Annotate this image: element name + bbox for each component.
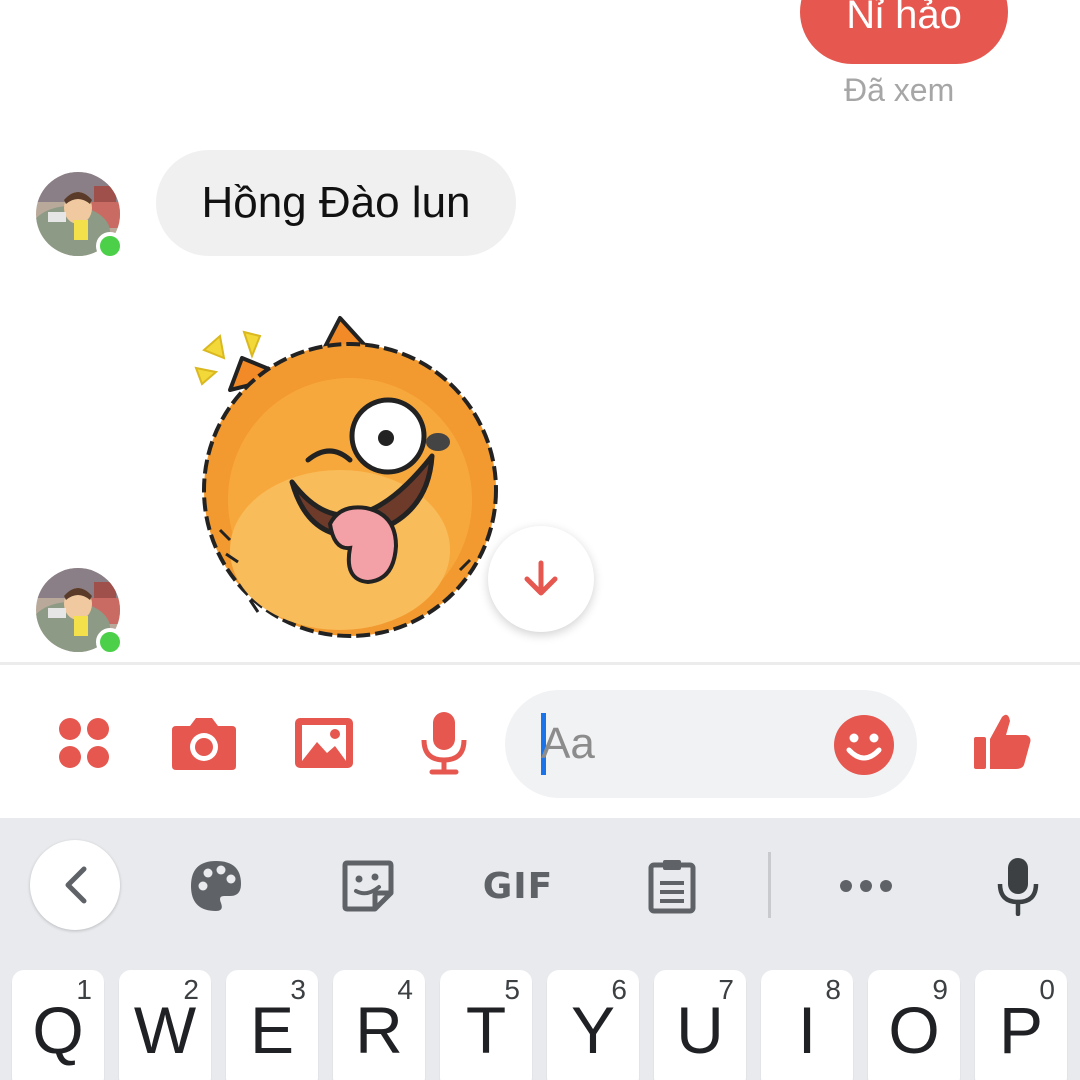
scroll-to-bottom-button[interactable] <box>488 526 594 632</box>
chat-thread: Nỉ hảo Đã xem Hồng Đào lun <box>0 0 1080 662</box>
clipboard-button[interactable] <box>632 846 712 926</box>
key-letter: P <box>998 993 1044 1067</box>
like-button[interactable] <box>966 705 1038 777</box>
key-t[interactable]: 5T <box>440 970 532 1080</box>
gif-label: GIF <box>482 865 554 907</box>
key-letter: U <box>676 993 724 1067</box>
gif-button[interactable]: GIF <box>472 846 564 926</box>
camera-icon <box>172 718 236 770</box>
key-y[interactable]: 6Y <box>547 970 639 1080</box>
key-e[interactable]: 3E <box>226 970 318 1080</box>
message-composer <box>0 662 1080 818</box>
key-letter: I <box>797 993 817 1067</box>
more-options-button[interactable] <box>826 846 906 926</box>
message-input[interactable] <box>541 716 821 772</box>
key-letter: R <box>355 993 403 1067</box>
contact-avatar[interactable] <box>36 172 124 260</box>
key-letter: T <box>465 993 507 1067</box>
image-icon <box>295 718 353 768</box>
toolbar-divider <box>768 852 771 918</box>
key-letter: Q <box>32 993 84 1067</box>
voice-message-button[interactable] <box>408 707 480 779</box>
online-indicator <box>96 628 124 656</box>
apps-icon <box>59 718 109 768</box>
clipboard-icon <box>648 860 696 914</box>
key-p[interactable]: 0P <box>975 970 1067 1080</box>
key-r[interactable]: 4R <box>333 970 425 1080</box>
thumbs-up-icon <box>974 714 1031 769</box>
arrow-down-icon <box>524 560 558 596</box>
outgoing-message-text: Nỉ hảo <box>846 0 962 37</box>
fox-sticker[interactable] <box>190 310 510 640</box>
microphone-icon <box>421 712 467 775</box>
gallery-button[interactable] <box>288 707 360 779</box>
more-actions-button[interactable] <box>48 707 120 779</box>
back-icon <box>65 866 87 904</box>
more-icon <box>840 880 892 892</box>
message-input-container[interactable] <box>505 690 917 798</box>
key-i[interactable]: 8I <box>761 970 853 1080</box>
smiley-icon[interactable] <box>833 714 895 776</box>
voice-input-icon <box>997 858 1039 916</box>
soft-keyboard: GIF 1Q 2W 3E 4R 5T 6Y 7U 8I 9O 0P <box>0 818 1080 1080</box>
palette-icon <box>191 861 241 911</box>
theme-button[interactable] <box>176 846 256 926</box>
contact-avatar[interactable] <box>36 568 124 656</box>
sticker-button[interactable] <box>328 846 408 926</box>
key-letter: E <box>249 993 295 1067</box>
key-w[interactable]: 2W <box>119 970 211 1080</box>
seen-status: Đã xem <box>844 72 955 108</box>
incoming-message-text: Hồng Đào lun <box>201 178 471 227</box>
voice-typing-button[interactable] <box>978 846 1058 926</box>
sticker-icon <box>342 860 394 912</box>
online-indicator <box>96 232 124 260</box>
key-q[interactable]: 1Q <box>12 970 104 1080</box>
key-letter: Y <box>570 993 616 1067</box>
key-letter: W <box>133 993 197 1067</box>
incoming-message-bubble[interactable]: Hồng Đào lun <box>156 150 516 256</box>
key-o[interactable]: 9O <box>868 970 960 1080</box>
camera-button[interactable] <box>168 707 240 779</box>
key-letter: O <box>888 993 940 1067</box>
outgoing-message-bubble[interactable]: Nỉ hảo <box>800 0 1008 64</box>
key-u[interactable]: 7U <box>654 970 746 1080</box>
toolbar-back-button[interactable] <box>30 840 120 930</box>
